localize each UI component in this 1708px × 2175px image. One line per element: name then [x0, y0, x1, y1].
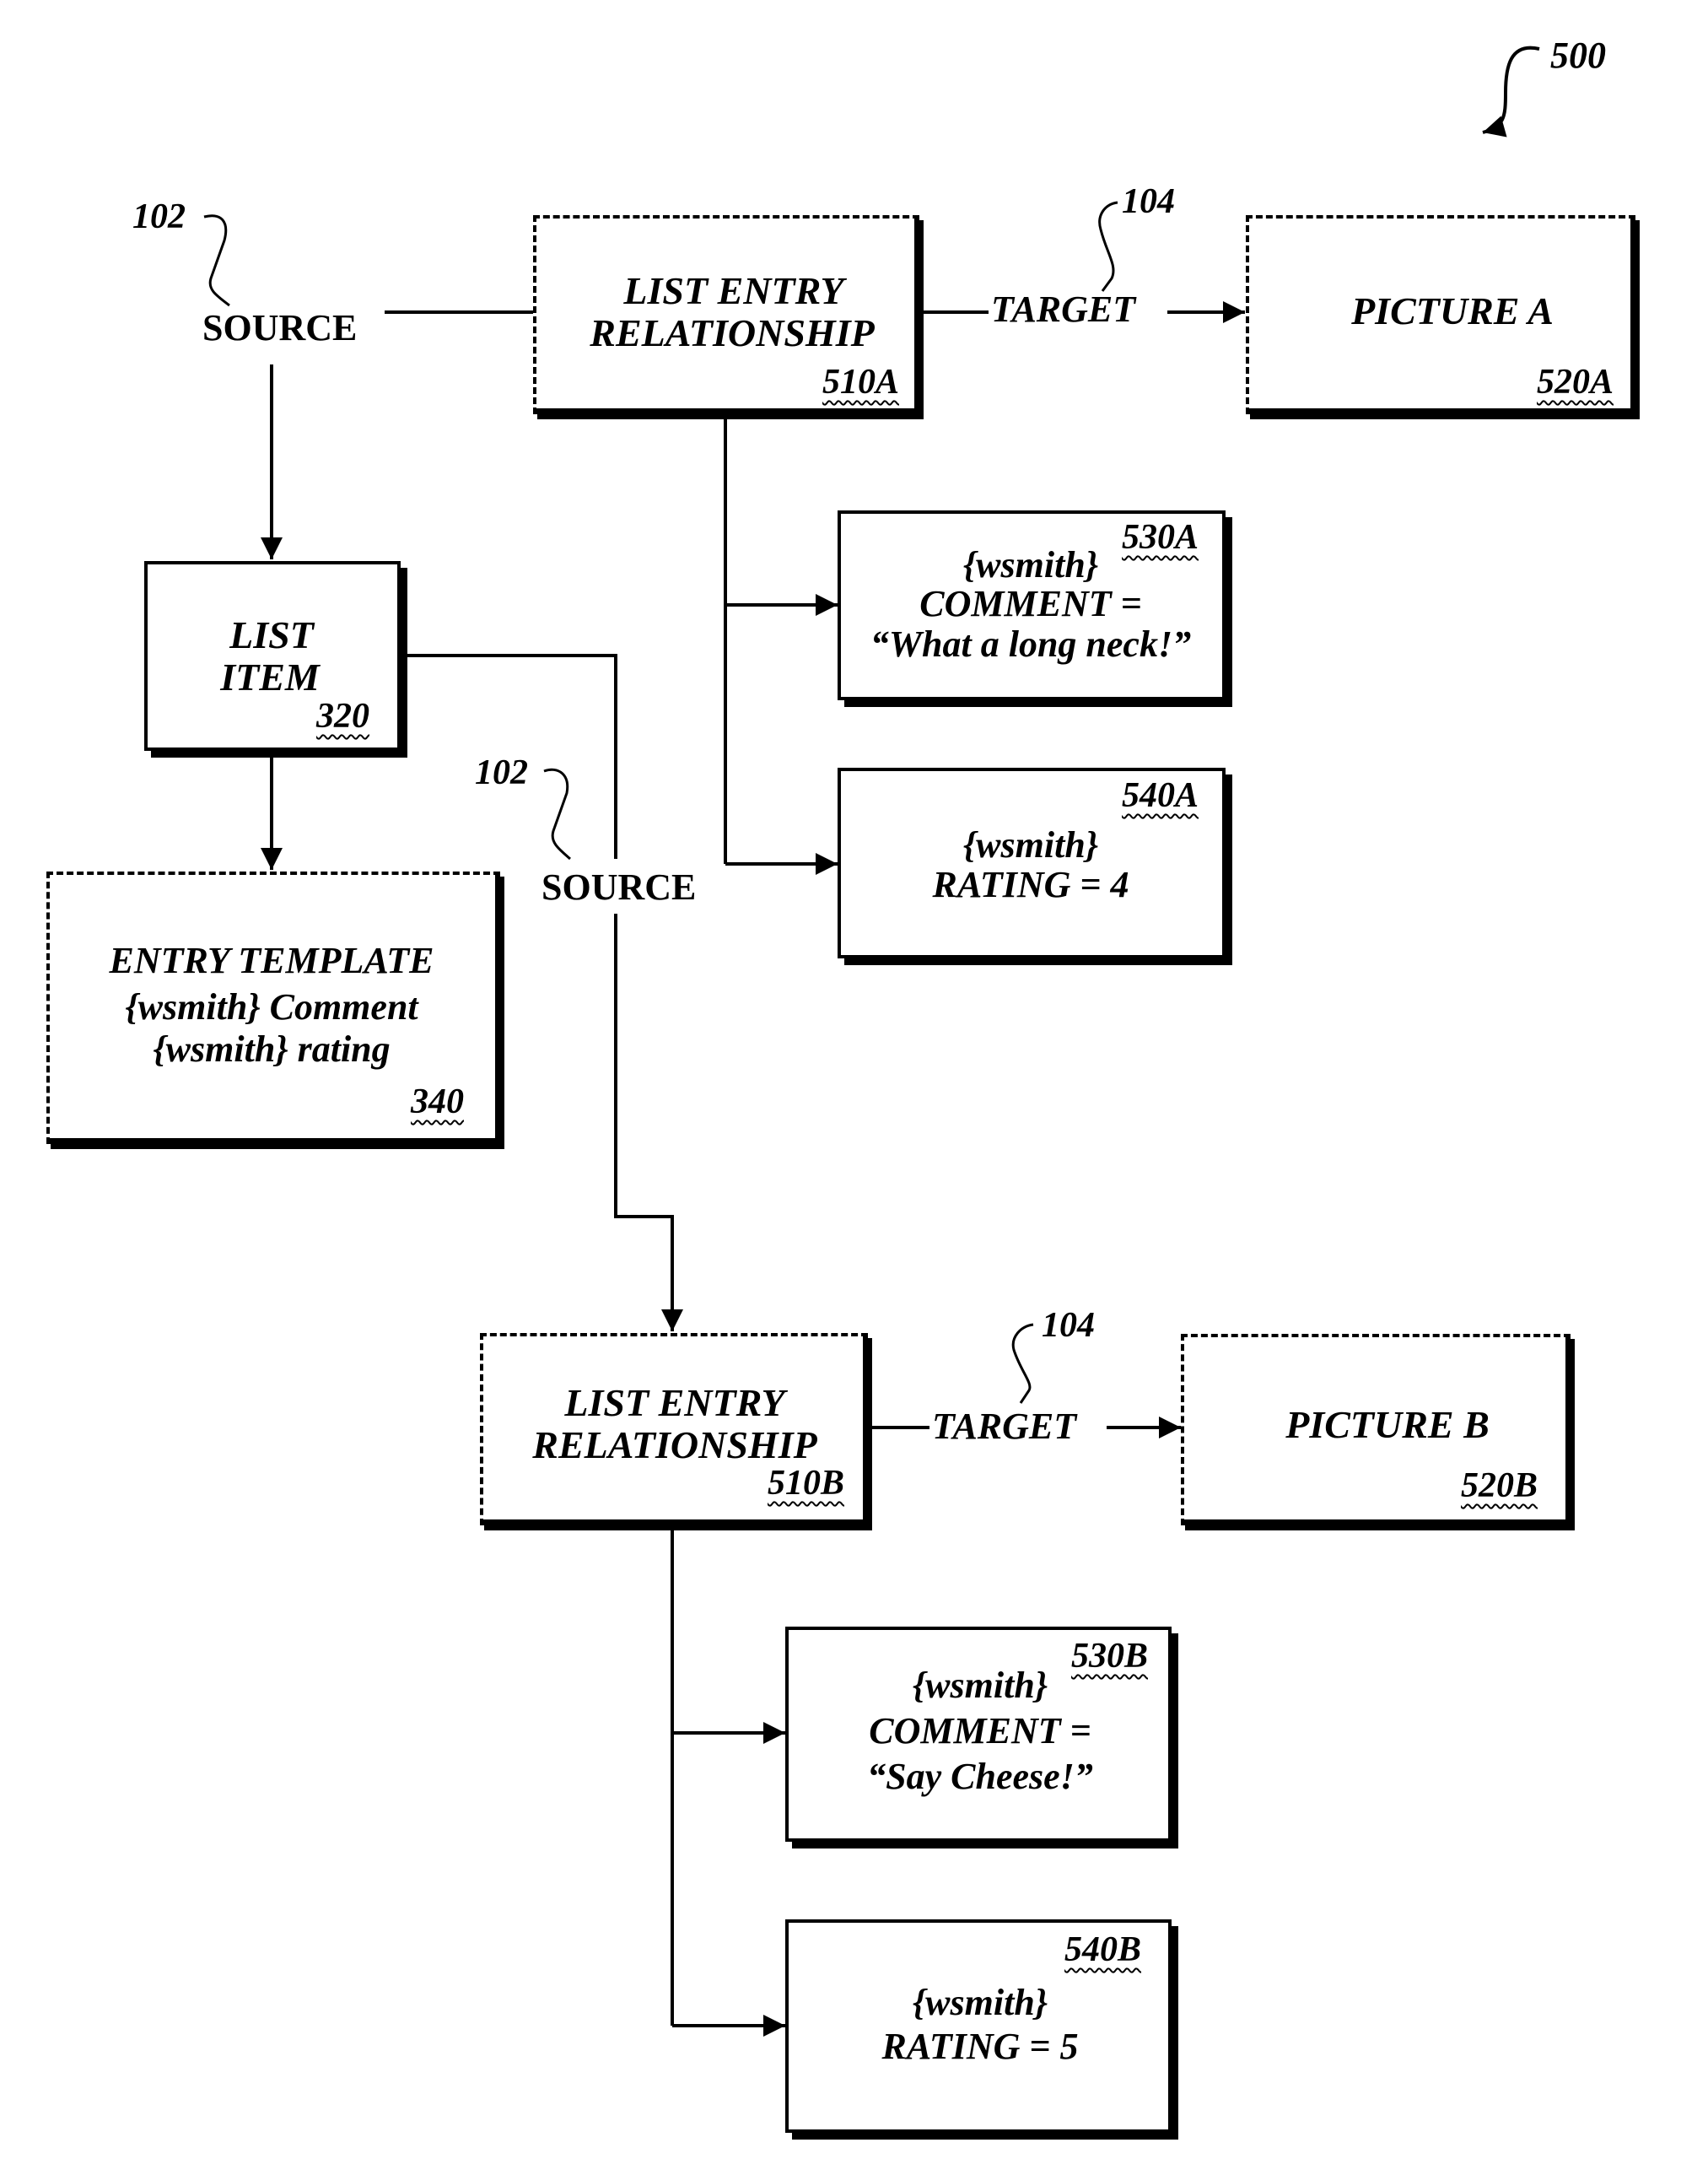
node-520B-label: PICTURE B — [1285, 1403, 1490, 1446]
node-340-line2: {wsmith} Comment — [125, 986, 418, 1028]
node-520B-ref: 520B — [1461, 1466, 1538, 1505]
source-ref-top: 102 — [132, 197, 186, 236]
source-label-mid: SOURCE — [541, 866, 697, 908]
node-540A-ref: 540A — [1122, 776, 1199, 815]
node-340-line3: {wsmith} rating — [153, 1028, 391, 1070]
node-540A-user: {wsmith} — [962, 824, 1099, 866]
node-530A-ref: 530A — [1122, 518, 1199, 557]
node-540A-field: RATING = 4 — [932, 864, 1129, 905]
figure-number: 500 — [1550, 35, 1606, 76]
node-510B-ref: 510B — [768, 1464, 845, 1503]
target-label-top: TARGET — [991, 289, 1136, 330]
edge-source-mid-to-510B — [614, 914, 683, 1331]
node-530B-value: “Say Cheese!” — [867, 1756, 1093, 1797]
source-ref-mid: 102 — [475, 753, 528, 792]
target-ref-leader-top — [1098, 201, 1118, 292]
figure-pointer-arrow — [1482, 46, 1540, 138]
node-540B-field: RATING = 5 — [881, 2026, 1079, 2067]
patent-figure-500: 500 102 SOURCE LIST ENTRY RELATIONSHIP 5… — [0, 0, 1708, 2175]
node-530A-field: COMMENT = — [919, 583, 1142, 624]
node-530A-value: “What a long neck!” — [870, 623, 1192, 665]
node-320-line2: ITEM — [220, 656, 320, 699]
node-530A-user: {wsmith} — [962, 544, 1099, 586]
target-label-bottom: TARGET — [932, 1406, 1077, 1447]
target-ref-top: 104 — [1122, 182, 1175, 221]
node-340-line1: ENTRY TEMPLATE — [109, 940, 434, 981]
node-510B-line2: RELATIONSHIP — [532, 1423, 817, 1466]
node-530B-user: {wsmith} — [912, 1665, 1048, 1706]
node-520A-label: PICTURE A — [1351, 289, 1554, 332]
source-label-top: SOURCE — [202, 307, 358, 348]
node-510B-line1: LIST ENTRY — [564, 1381, 785, 1424]
node-540B-ref: 540B — [1064, 1930, 1142, 1969]
node-510A-ref: 510A — [822, 363, 900, 402]
node-540B-user: {wsmith} — [912, 1982, 1048, 2023]
node-530B-field: COMMENT = — [869, 1710, 1091, 1751]
node-520A-ref: 520A — [1537, 363, 1614, 402]
source-ref-leader-top — [203, 214, 230, 307]
target-ref-bottom: 104 — [1042, 1306, 1095, 1345]
node-340-ref: 340 — [411, 1082, 464, 1121]
source-ref-leader-mid — [543, 768, 571, 861]
node-510A-line1: LIST ENTRY — [623, 269, 844, 312]
node-530B-ref: 530B — [1071, 1637, 1149, 1676]
node-320-line1: LIST — [229, 613, 314, 656]
target-ref-leader-bottom — [1011, 1323, 1034, 1404]
node-320-ref: 320 — [316, 697, 369, 736]
node-510A-line2: RELATIONSHIP — [590, 311, 875, 354]
